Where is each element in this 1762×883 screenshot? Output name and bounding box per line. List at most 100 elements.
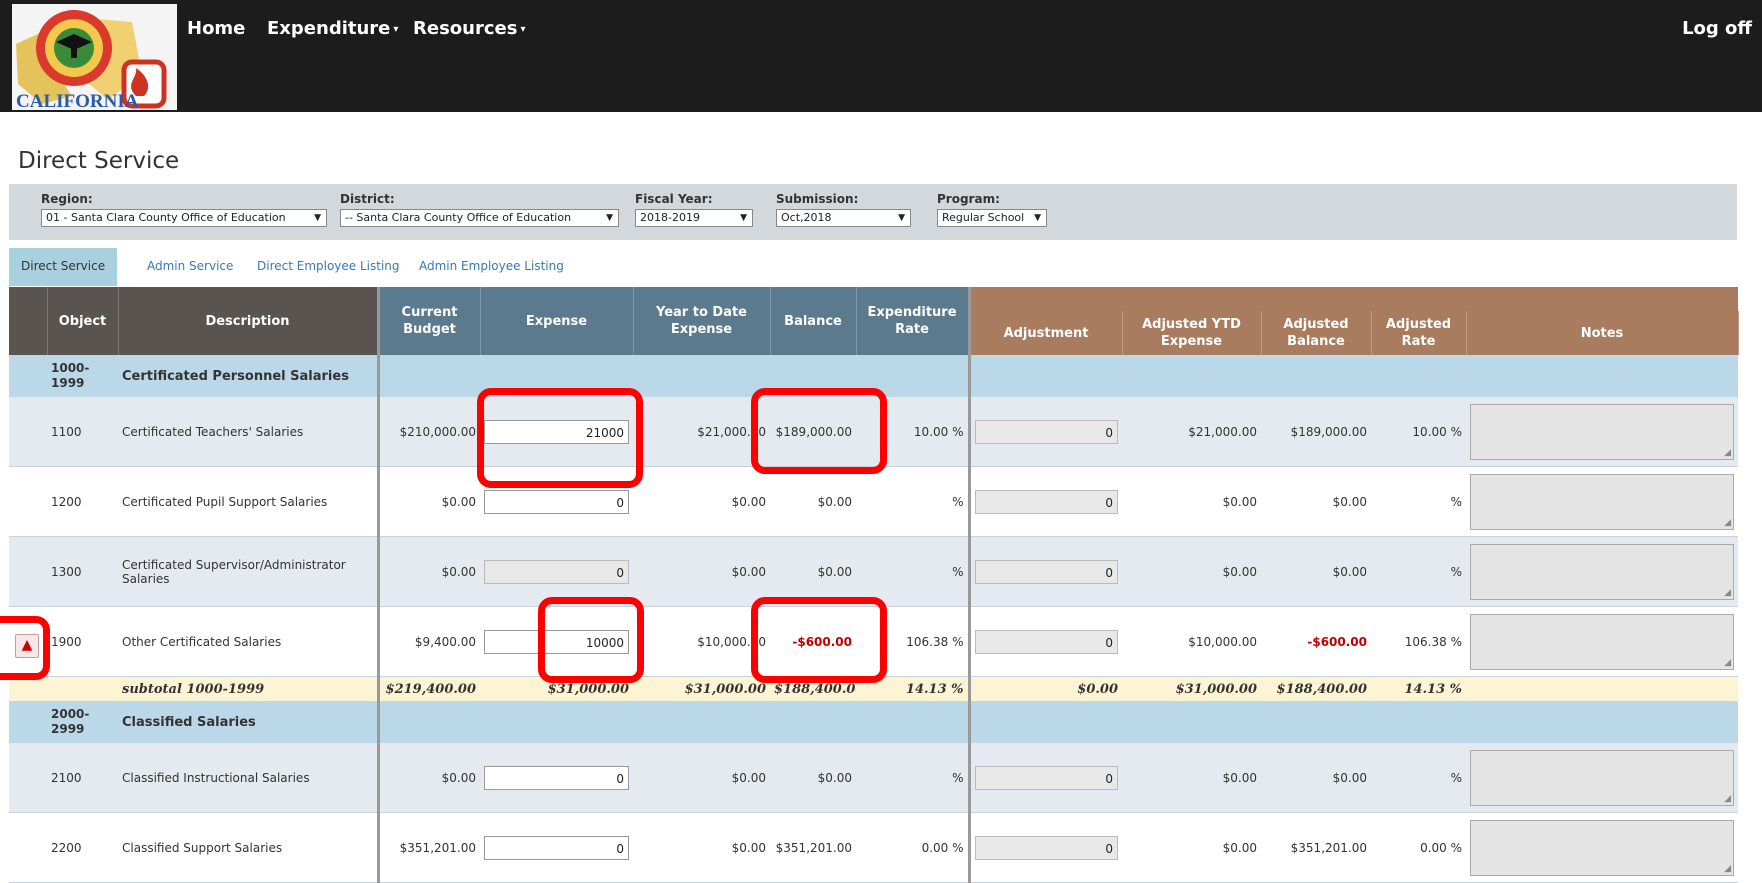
header-spacer	[9, 287, 47, 355]
adjusted-rate: %	[1371, 536, 1466, 607]
region-filter: Region: 01 - Santa Clara County Office o…	[41, 192, 327, 231]
nav-home[interactable]: Home	[187, 18, 245, 39]
logo-text: CALIFORNIA	[16, 91, 139, 110]
chevron-down-icon: ▼	[740, 213, 747, 223]
adjusted-balance: $0.00	[1261, 466, 1371, 537]
header-balance: Balance	[770, 287, 857, 355]
adjusted-rate: %	[1371, 466, 1466, 537]
table-row: 2200 Classified Support Salaries $351,20…	[9, 812, 1739, 883]
chevron-down-icon: ▼	[606, 213, 613, 223]
logoff-link[interactable]: Log off	[1682, 18, 1752, 39]
subtotal-adjusted-balance: $188,400.00	[1261, 676, 1371, 701]
current-budget: $0.00	[376, 466, 480, 537]
notes-textarea[interactable]: ◢	[1470, 819, 1735, 876]
object-code: 2100	[47, 743, 118, 813]
region-value: 01 - Santa Clara County Office of Educat…	[46, 211, 286, 224]
tab-direct-employee-listing[interactable]: Direct Employee Listing	[245, 248, 412, 286]
expense-input[interactable]: 10000	[484, 629, 629, 654]
adjusted-balance: $189,000.00	[1261, 397, 1371, 467]
expenditure-rate: 0.00 %	[856, 812, 969, 883]
fiscal-year-select[interactable]: 2018-2019 ▼	[635, 209, 753, 227]
adjusted-ytd: $0.00	[1122, 743, 1261, 813]
expense-input[interactable]: 0	[484, 559, 629, 584]
nav-expenditure[interactable]: Expenditure ▾	[267, 18, 398, 39]
adjustment-input[interactable]: 0	[974, 419, 1118, 444]
current-budget: $0.00	[376, 536, 480, 607]
adjustment-input[interactable]: 0	[974, 559, 1118, 584]
header-adjustment-group	[967, 287, 1739, 311]
subtotal-adjusted-rate: 14.13 %	[1371, 676, 1466, 701]
subtotal-adjustment: $0.00	[967, 676, 1122, 701]
ytd-expense: $10,000.00	[633, 606, 770, 677]
nav-resources-label: Resources	[413, 18, 518, 39]
table-row: 1900 Other Certificated Salaries $9,400.…	[9, 606, 1739, 677]
adjusted-balance: -$600.00	[1261, 606, 1371, 677]
top-navbar: CALIFORNIA Home Expenditure ▾ Resources ▾ …	[0, 0, 1762, 112]
expense-input[interactable]: 0	[484, 489, 629, 514]
expense-input[interactable]: 21000	[484, 419, 629, 444]
resize-grip-icon: ◢	[1724, 587, 1732, 598]
notes-textarea[interactable]: ◢	[1470, 473, 1735, 530]
tab-direct-service[interactable]: Direct Service	[9, 248, 118, 286]
ytd-expense: $0.00	[633, 743, 770, 813]
adjustment-input[interactable]: 0	[974, 765, 1118, 790]
caret-down-icon: ▾	[393, 23, 399, 35]
adjustment-input[interactable]: 0	[974, 489, 1118, 514]
header-adjusted-ytd: Adjusted YTD Expense	[1122, 311, 1262, 355]
section-row: 1000-1999 Certificated Personnel Salarie…	[9, 355, 1739, 397]
notes-textarea[interactable]: ◢	[1470, 403, 1735, 460]
row-description: Classified Instructional Salaries	[118, 743, 378, 813]
balance: $189,000.00	[770, 397, 856, 467]
header-adjusted-balance: Adjusted Balance	[1261, 311, 1372, 355]
submission-value: Oct,2018	[781, 211, 832, 224]
section-row: 2000-2999 Classified Salaries	[9, 701, 1739, 743]
program-filter: Program: Regular School ▼	[937, 192, 1047, 231]
page-title: Direct Service	[18, 148, 180, 174]
submission-label: Submission:	[776, 192, 859, 206]
region-select[interactable]: 01 - Santa Clara County Office of Educat…	[41, 209, 327, 227]
subtotal-balance: $188,400.00	[770, 676, 856, 701]
adjusted-rate: 106.38 %	[1371, 606, 1466, 677]
table-row: 1100 Certificated Teachers' Salaries $21…	[9, 397, 1739, 467]
section-code: 2000-2999	[47, 701, 118, 743]
adjusted-ytd: $0.00	[1122, 466, 1261, 537]
notes-textarea[interactable]: ◢	[1470, 613, 1735, 670]
section-title: Classified Salaries	[118, 701, 378, 743]
current-budget: $0.00	[376, 743, 480, 813]
header-object: Object	[46, 287, 118, 355]
subtotal-expense: $31,000.00	[480, 676, 633, 701]
program-value: Regular School	[942, 211, 1025, 224]
fiscal-year-filter: Fiscal Year: 2018-2019 ▼	[635, 192, 753, 231]
object-code: 1200	[47, 466, 118, 537]
adjustment-input[interactable]: 0	[974, 835, 1118, 860]
table-row: 1200 Certificated Pupil Support Salaries…	[9, 466, 1739, 537]
warning-icon[interactable]: ▲	[15, 634, 39, 658]
california-logo[interactable]: CALIFORNIA	[12, 4, 177, 110]
notes-textarea[interactable]: ◢	[1470, 749, 1735, 806]
expenditure-table: Object Description Current Budget Expens…	[9, 287, 1739, 883]
adjusted-ytd: $0.00	[1122, 812, 1261, 883]
section-code: 1000-1999	[47, 355, 118, 397]
region-label: Region:	[41, 192, 93, 206]
submission-select[interactable]: Oct,2018 ▼	[776, 209, 911, 227]
program-label: Program:	[937, 192, 1000, 206]
tab-admin-service[interactable]: Admin Service	[135, 248, 245, 286]
row-description: Certificated Supervisor/Administrator Sa…	[118, 536, 378, 607]
expense-input[interactable]: 0	[484, 765, 629, 790]
table-row: 2100 Classified Instructional Salaries $…	[9, 743, 1739, 813]
expenditure-rate: %	[856, 466, 969, 537]
filter-bar: Region: 01 - Santa Clara County Office o…	[9, 184, 1737, 240]
expenditure-rate: %	[856, 743, 969, 813]
adjusted-ytd: $21,000.00	[1122, 397, 1261, 467]
notes-textarea[interactable]: ◢	[1470, 543, 1735, 600]
adjusted-balance: $351,201.00	[1261, 812, 1371, 883]
expense-input[interactable]: 0	[484, 835, 629, 860]
adjustment-input[interactable]: 0	[974, 629, 1118, 654]
nav-resources[interactable]: Resources ▾	[413, 18, 525, 39]
submission-filter: Submission: Oct,2018 ▼	[776, 192, 911, 231]
fiscal-year-label: Fiscal Year:	[635, 192, 713, 206]
tab-admin-employee-listing[interactable]: Admin Employee Listing	[407, 248, 576, 286]
district-select[interactable]: -- Santa Clara County Office of Educatio…	[340, 209, 619, 227]
adjusted-balance: $0.00	[1261, 536, 1371, 607]
program-select[interactable]: Regular School ▼	[937, 209, 1047, 227]
